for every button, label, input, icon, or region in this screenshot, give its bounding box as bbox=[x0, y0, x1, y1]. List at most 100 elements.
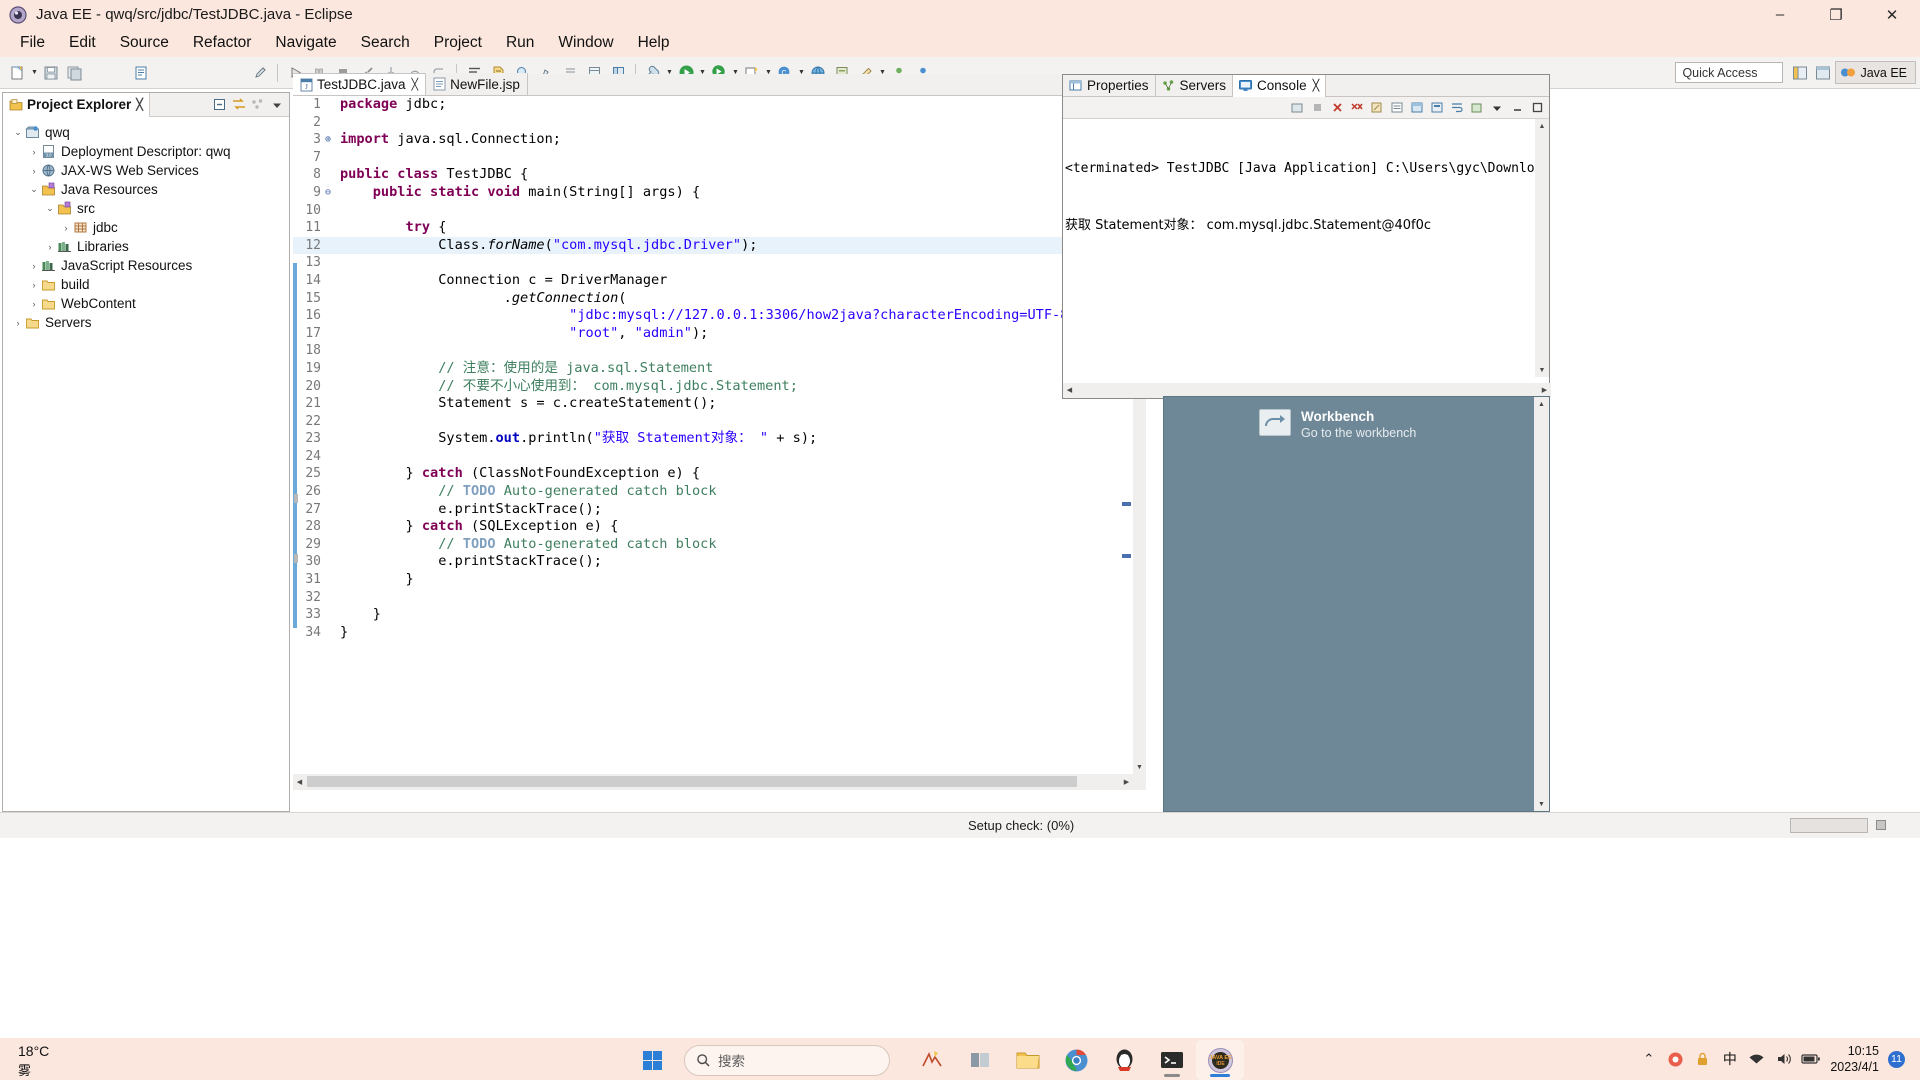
security-lock-icon[interactable] bbox=[1689, 1040, 1716, 1078]
console-dropdown-icon[interactable] bbox=[1488, 99, 1506, 117]
menu-item-edit[interactable]: Edit bbox=[57, 31, 108, 55]
view-dropdown-icon[interactable] bbox=[267, 95, 286, 114]
terminate-icon[interactable] bbox=[1308, 99, 1326, 117]
code-line[interactable]: 30 e.printStackTrace(); bbox=[293, 553, 1146, 571]
tab-project-explorer[interactable]: Project Explorer ╳ bbox=[3, 92, 150, 117]
scroll-up-icon[interactable]: ▲ bbox=[1535, 119, 1549, 133]
open-console-icon[interactable] bbox=[1468, 99, 1486, 117]
new-wizard-icon[interactable] bbox=[7, 62, 29, 84]
taskbar-app-task-view[interactable] bbox=[908, 1040, 956, 1080]
editor-body[interactable]: 1 package jdbc; 2 3 ⊕ import java.sql.Connect… bbox=[293, 96, 1146, 790]
code-line[interactable]: 1 package jdbc; bbox=[293, 96, 1146, 114]
scroll-down-icon[interactable]: ▼ bbox=[1534, 797, 1549, 811]
code-line[interactable]: 28 } catch (SQLException e) { bbox=[293, 518, 1146, 536]
code-line[interactable]: 25 } catch (ClassNotFoundException e) { bbox=[293, 465, 1146, 483]
word-wrap-icon[interactable] bbox=[1448, 99, 1466, 117]
code-line[interactable]: 23 System.out.println("获取 Statement对象： "… bbox=[293, 430, 1146, 448]
link-with-editor-icon[interactable] bbox=[229, 95, 248, 114]
menu-item-project[interactable]: Project bbox=[422, 31, 494, 55]
close-button[interactable]: ✕ bbox=[1864, 0, 1920, 29]
code-line[interactable]: 32 bbox=[293, 589, 1146, 607]
pin-console-icon[interactable] bbox=[1408, 99, 1426, 117]
chevron-right-icon[interactable]: › bbox=[43, 237, 57, 256]
chevron-right-icon[interactable]: › bbox=[27, 275, 41, 294]
maximize-console-icon[interactable] bbox=[1528, 99, 1546, 117]
tree-item-deployment-descriptor-qwq[interactable]: › 3.0 Deployment Descriptor: qwq bbox=[3, 142, 289, 161]
show-hidden-icons-icon[interactable]: ⌃ bbox=[1635, 1040, 1662, 1078]
code-line[interactable]: 24 bbox=[293, 448, 1146, 466]
chevron-right-icon[interactable]: › bbox=[27, 161, 41, 180]
chevron-right-icon[interactable]: › bbox=[59, 218, 73, 237]
code-line[interactable]: 3 ⊕ import java.sql.Connection; bbox=[293, 131, 1146, 149]
code-line[interactable]: 22 bbox=[293, 413, 1146, 431]
code-line[interactable]: 19 // 注意：使用的是 java.sql.Statement bbox=[293, 360, 1146, 378]
taskbar-app-eclipse[interactable]: JAVA EE IDE bbox=[1196, 1040, 1244, 1080]
clock[interactable]: 10:15 2023/4/1 bbox=[1824, 1043, 1883, 1075]
print-icon[interactable] bbox=[130, 62, 152, 84]
code-line[interactable]: 7 bbox=[293, 149, 1146, 167]
menu-item-file[interactable]: File bbox=[8, 31, 57, 55]
code-line[interactable]: 16 "jdbc:mysql://127.0.0.1:3306/how2java… bbox=[293, 307, 1146, 325]
code-line[interactable]: 14 Connection c = DriverManager bbox=[293, 272, 1146, 290]
hscroll-thumb[interactable] bbox=[307, 776, 1077, 787]
fold-toggle-icon[interactable]: ⊖ bbox=[322, 184, 334, 202]
console-vertical-scrollbar[interactable]: ▲ ▼ bbox=[1535, 119, 1549, 377]
code-line[interactable]: 33 } bbox=[293, 606, 1146, 624]
perspective-java-ee[interactable]: Java EE bbox=[1835, 61, 1916, 84]
menu-item-refactor[interactable]: Refactor bbox=[181, 31, 264, 55]
perspective-switch-icon[interactable] bbox=[1812, 62, 1833, 83]
code-line[interactable]: 26 // TODO Auto-generated catch block bbox=[293, 483, 1146, 501]
editor-tab-testjdbc-java[interactable]: J TestJDBC.java ╳ bbox=[293, 73, 427, 95]
volume-icon[interactable] bbox=[1770, 1040, 1797, 1078]
chevron-right-icon[interactable]: › bbox=[11, 313, 25, 332]
scroll-down-icon[interactable]: ▼ bbox=[1133, 760, 1146, 774]
menu-item-run[interactable]: Run bbox=[494, 31, 546, 55]
display-selected-console-icon[interactable] bbox=[1428, 99, 1446, 117]
clear-console-icon[interactable] bbox=[1368, 99, 1386, 117]
chevron-down-icon[interactable]: ⌄ bbox=[11, 123, 25, 142]
chevron-down-icon[interactable]: ⌄ bbox=[43, 199, 57, 218]
code-line[interactable]: 29 // TODO Auto-generated catch block bbox=[293, 536, 1146, 554]
minimize-button[interactable]: – bbox=[1752, 0, 1808, 29]
scroll-up-icon[interactable]: ▲ bbox=[1534, 397, 1549, 411]
remove-all-launches-icon[interactable] bbox=[1348, 99, 1366, 117]
code-line[interactable]: 12 Class.forName("com.mysql.jdbc.Driver"… bbox=[293, 236, 1146, 255]
view-menu-icon[interactable] bbox=[248, 95, 267, 114]
chevron-right-icon[interactable]: › bbox=[27, 142, 41, 161]
tree-item-build[interactable]: › build bbox=[3, 275, 289, 294]
quick-access-input[interactable]: Quick Access bbox=[1675, 62, 1784, 83]
tree-item-libraries[interactable]: › Libraries bbox=[3, 237, 289, 256]
open-perspective-icon[interactable] bbox=[1789, 62, 1810, 83]
new-dropdown-icon[interactable]: ▼ bbox=[30, 62, 39, 84]
taskbar-app-widgets[interactable] bbox=[956, 1040, 1004, 1080]
code-line[interactable]: 31 } bbox=[293, 571, 1146, 589]
menu-item-navigate[interactable]: Navigate bbox=[263, 31, 348, 55]
code-line[interactable]: 9 ⊖ public static void main(String[] args… bbox=[293, 184, 1146, 202]
code-line[interactable]: 11 try { bbox=[293, 219, 1146, 237]
code-line[interactable]: 18 bbox=[293, 342, 1146, 360]
editor-horizontal-scrollbar[interactable]: ◀ ▶ bbox=[293, 774, 1146, 790]
taskbar-app-terminal[interactable] bbox=[1148, 1040, 1196, 1080]
code-line[interactable]: 13 bbox=[293, 254, 1146, 272]
save-all-icon[interactable] bbox=[64, 62, 86, 84]
editor-tab-newfile-jsp[interactable]: NewFile.jsp bbox=[426, 73, 528, 95]
console-tab-console[interactable]: Console ╳ bbox=[1233, 74, 1327, 97]
windows-start-icon[interactable] bbox=[632, 1041, 672, 1079]
collapse-all-icon[interactable] bbox=[210, 95, 229, 114]
code-line[interactable]: 10 bbox=[293, 202, 1146, 220]
scroll-right-icon[interactable]: ▶ bbox=[1538, 383, 1551, 397]
taskbar-app-file-explorer[interactable] bbox=[1004, 1040, 1052, 1080]
show-console-icon[interactable] bbox=[1288, 99, 1306, 117]
code-text[interactable]: 1 package jdbc; 2 3 ⊕ import java.sql.Connect… bbox=[293, 96, 1146, 790]
menu-item-window[interactable]: Window bbox=[546, 31, 625, 55]
network-icon[interactable] bbox=[1743, 1040, 1770, 1078]
battery-icon[interactable] bbox=[1797, 1040, 1824, 1078]
code-line[interactable]: 17 "root", "admin"); bbox=[293, 325, 1146, 343]
weather-widget[interactable]: 18°C 雾 bbox=[18, 1042, 49, 1080]
console-output[interactable]: <terminated> TestJDBC [Java Application]… bbox=[1063, 119, 1535, 377]
chevron-right-icon[interactable]: › bbox=[27, 256, 41, 275]
ime-indicator[interactable]: 中 bbox=[1716, 1040, 1743, 1078]
maximize-button[interactable]: ❐ bbox=[1808, 0, 1864, 29]
tree-item-servers[interactable]: › Servers bbox=[3, 313, 289, 332]
console-tab-servers[interactable]: Servers bbox=[1156, 74, 1234, 97]
